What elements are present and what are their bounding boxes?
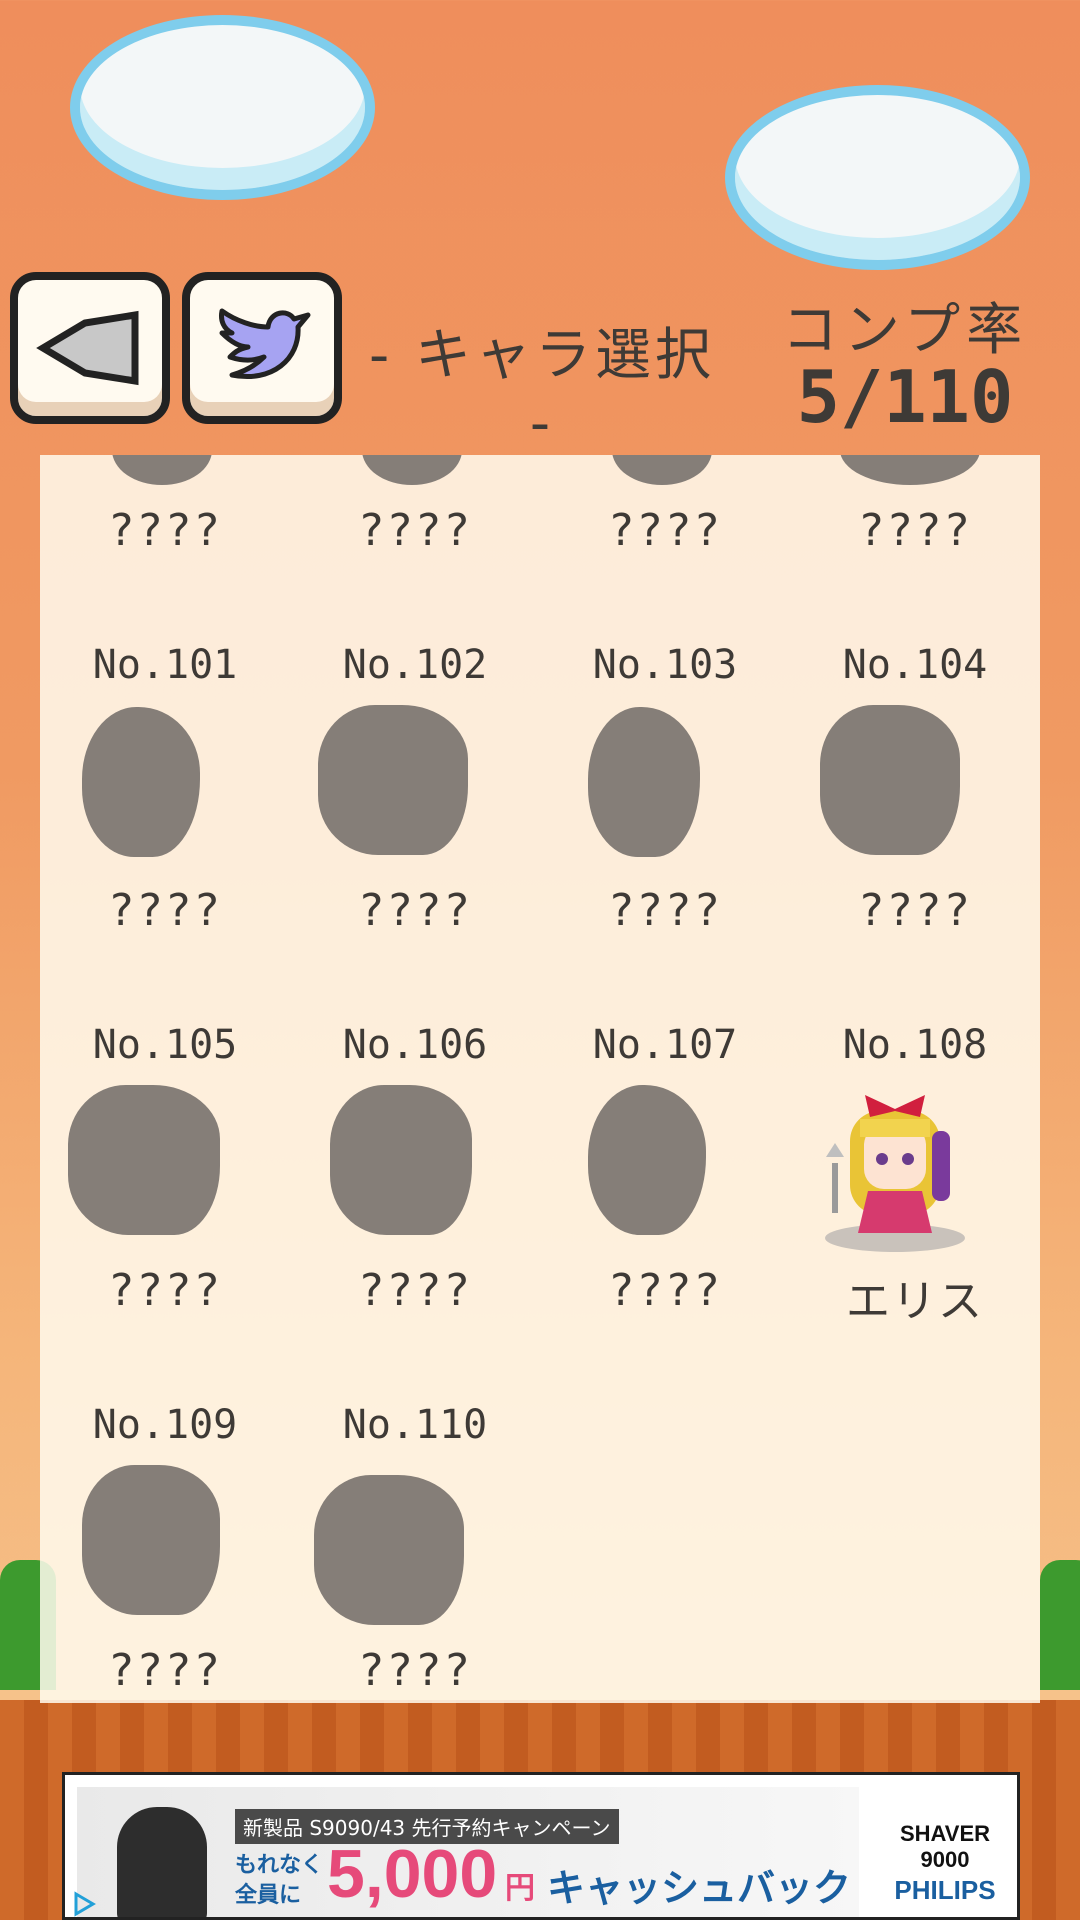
character-name: ???? xyxy=(858,885,972,936)
character-silhouette[interactable] xyxy=(318,705,468,855)
character-name: ???? xyxy=(608,505,722,556)
character-number: No.107 xyxy=(592,1022,738,1068)
cloud-decoration xyxy=(70,15,375,200)
character-number: No.103 xyxy=(592,642,738,688)
character-name: ???? xyxy=(108,1265,222,1316)
ad-yen: 円 xyxy=(505,1871,535,1906)
character-silhouette xyxy=(112,455,212,485)
character-eris-icon xyxy=(825,1095,965,1252)
ad-text: もれなく xyxy=(235,1853,324,1878)
completion-label: コンプ率 xyxy=(781,298,1029,363)
character-name: ???? xyxy=(608,1265,722,1316)
character-name: ???? xyxy=(608,885,722,936)
cactus-decoration xyxy=(1040,1560,1080,1690)
character-silhouette[interactable] xyxy=(82,1465,220,1615)
page-title: - キャラ選択 - xyxy=(368,323,715,456)
character-number: No.110 xyxy=(342,1402,488,1448)
character-silhouette[interactable] xyxy=(82,707,200,857)
character-name: ???? xyxy=(358,505,472,556)
ad-creative[interactable]: 新製品 S9090/43 先行予約キャンペーン もれなく 全員に 5,000 円… xyxy=(77,1787,859,1917)
ad-amount: 5,000 xyxy=(327,1836,498,1912)
character-name: ???? xyxy=(358,1265,472,1316)
speaker-back-icon xyxy=(36,310,139,386)
character-silhouette[interactable] xyxy=(330,1085,472,1235)
character-number: No.105 xyxy=(92,1022,238,1068)
character-silhouette[interactable] xyxy=(314,1475,464,1625)
character-name: ???? xyxy=(358,1645,472,1696)
ad-cashback: キャッシュバック xyxy=(547,1866,852,1910)
completion-value: 5/110 xyxy=(796,355,1014,439)
ad-text: 全員に xyxy=(235,1883,302,1908)
share-button[interactable] xyxy=(182,272,342,424)
character-number: No.104 xyxy=(842,642,988,688)
character-name: ???? xyxy=(858,505,972,556)
character-number: No.108 xyxy=(842,1022,988,1068)
character-number: No.106 xyxy=(342,1022,488,1068)
character-name: ???? xyxy=(108,505,222,556)
character-number: No.102 xyxy=(342,642,488,688)
character-grid-panel[interactable]: ???? ???? ???? ???? No.101 No.102 No.103… xyxy=(40,455,1040,1703)
character-name: エリス xyxy=(846,1276,984,1327)
shaver-image xyxy=(117,1807,207,1917)
back-button[interactable] xyxy=(10,272,170,424)
character-silhouette[interactable] xyxy=(820,705,960,855)
character-sprite-eris[interactable] xyxy=(820,1083,970,1253)
character-number: No.109 xyxy=(92,1402,238,1448)
cloud-decoration xyxy=(725,85,1030,270)
character-silhouette[interactable] xyxy=(588,707,700,857)
character-silhouette xyxy=(840,455,980,485)
character-silhouette[interactable] xyxy=(68,1085,220,1235)
ad-series: SHAVER 9000 xyxy=(899,1821,991,1872)
character-name: ???? xyxy=(108,885,222,936)
ad-banner[interactable]: 新製品 S9090/43 先行予約キャンペーン もれなく 全員に 5,000 円… xyxy=(62,1772,1020,1920)
ad-brand-logo: PHILIPS xyxy=(894,1875,996,1905)
ad-choices-icon[interactable] xyxy=(65,1885,103,1917)
character-name: ???? xyxy=(358,885,472,936)
bird-icon xyxy=(219,308,311,379)
character-silhouette xyxy=(612,455,712,485)
character-silhouette[interactable] xyxy=(588,1085,706,1235)
character-number: No.101 xyxy=(92,642,238,688)
character-name: ???? xyxy=(108,1645,222,1696)
character-silhouette xyxy=(362,455,462,485)
